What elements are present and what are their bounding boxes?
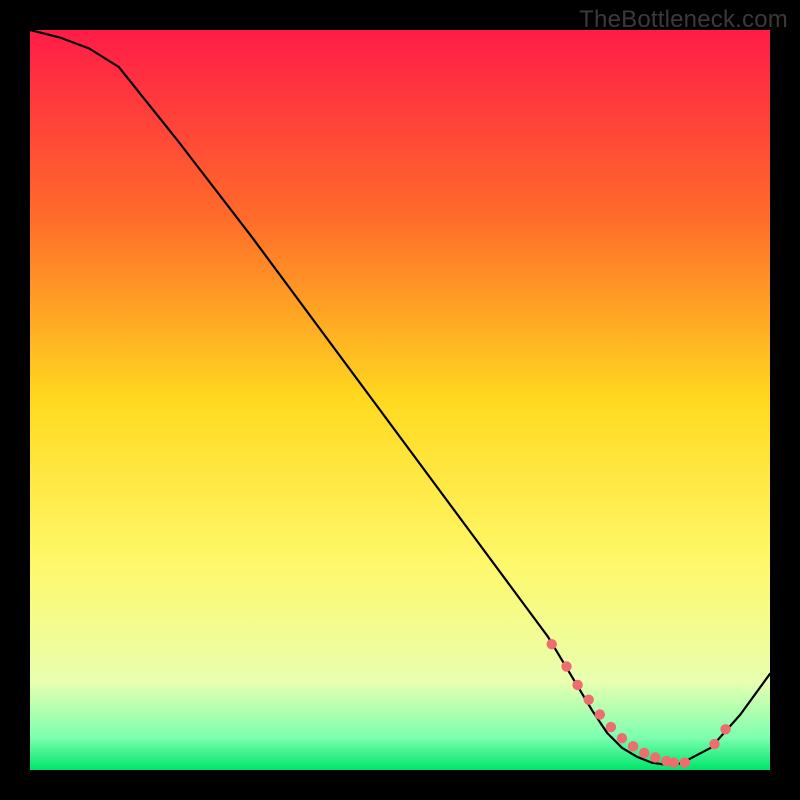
chart-background	[30, 30, 770, 770]
marker-point	[572, 680, 582, 690]
marker-point	[669, 757, 679, 767]
marker-point	[561, 661, 571, 671]
marker-point	[639, 748, 649, 758]
marker-point	[720, 724, 730, 734]
marker-point	[617, 733, 627, 743]
marker-point	[547, 639, 557, 649]
marker-point	[628, 741, 638, 751]
marker-point	[650, 752, 660, 762]
marker-point	[709, 739, 719, 749]
chart-canvas	[30, 30, 770, 770]
chart-frame: TheBottleneck.com	[0, 0, 800, 800]
marker-point	[606, 722, 616, 732]
marker-point	[584, 695, 594, 705]
marker-point	[595, 709, 605, 719]
marker-point	[680, 757, 690, 767]
